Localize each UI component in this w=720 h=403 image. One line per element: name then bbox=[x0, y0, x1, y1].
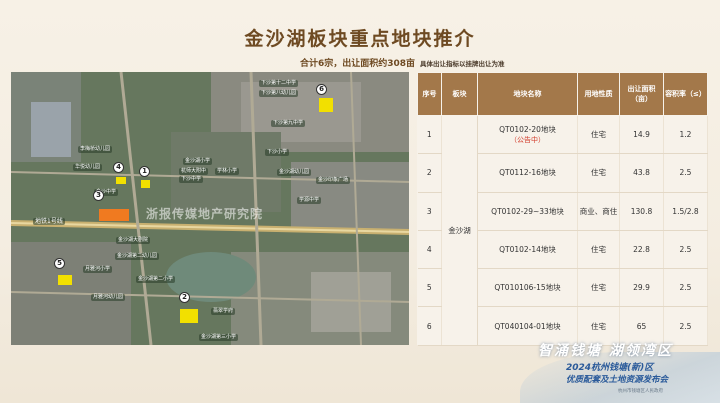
cell-no: 3 bbox=[417, 192, 442, 231]
cell-no: 5 bbox=[417, 268, 442, 308]
cell-use: 住宅 bbox=[577, 115, 620, 155]
label-feicui: 翡翠学府 bbox=[211, 308, 236, 315]
label-primary-3: 金沙湖第三小学 bbox=[199, 334, 239, 341]
label-school-12: 下沙第十二中学 bbox=[259, 80, 299, 87]
cell-far: 1.5/2.8 bbox=[663, 192, 708, 231]
label-theatre: 金沙湖大剧院 bbox=[116, 237, 151, 244]
label-yueyahe-primary: 月雅河小学 bbox=[83, 266, 113, 273]
cell-area: 14.9 bbox=[619, 115, 664, 155]
label-limeiqiao-kinder: 李梅桥幼儿园 bbox=[78, 146, 113, 153]
cell-name: QT0112-16地块 bbox=[477, 153, 578, 193]
header-no: 序号 bbox=[417, 72, 442, 116]
parcel-4 bbox=[116, 177, 126, 184]
parcel-3 bbox=[99, 209, 129, 221]
label-jinshahu-kinder: 金沙湖幼儿园 bbox=[277, 169, 312, 176]
cell-area: 29.9 bbox=[619, 268, 664, 308]
label-hangshida-high: 杭师大附中 bbox=[179, 168, 209, 175]
parcel-marker-3[interactable]: 3 bbox=[93, 190, 104, 201]
parcel-marker-5[interactable]: 5 bbox=[54, 258, 65, 269]
cell-no: 1 bbox=[417, 115, 442, 155]
map-watermark: 浙报传媒地产研究院 bbox=[146, 207, 264, 221]
cell-name: QT010106-15地块 bbox=[477, 268, 578, 308]
label-jinsha-plaza: 金沙印象广场 bbox=[316, 177, 351, 184]
header-name: 地块名称 bbox=[477, 72, 578, 116]
aerial-map[interactable]: 下沙第十二中学 下沙第八幼儿园 下沙第九中学 下沙中学 下沙小学 李梅桥幼儿园 … bbox=[11, 72, 409, 345]
summary-text: 合计6宗，出让面积约308亩 bbox=[300, 59, 416, 69]
conference-line1: 2024杭州钱塘(新)区 bbox=[566, 363, 654, 373]
label-jinshahu-primary: 金沙湖小学 bbox=[183, 158, 213, 165]
parcel-5 bbox=[58, 275, 72, 285]
label-xiasha-middle: 下沙中学 bbox=[179, 176, 204, 183]
cell-area: 22.8 bbox=[619, 230, 664, 270]
parcel-marker-4[interactable]: 4 bbox=[113, 162, 124, 173]
parcel-table: 序号 板块 地块名称 用地性质 出让面积（亩） 容积率（≤） 1 金沙湖 QT0… bbox=[417, 72, 708, 346]
label-school-9: 下沙第九中学 bbox=[271, 120, 306, 127]
conference-line2: 优质配套及土地资源发布会 bbox=[566, 375, 669, 385]
slogan: 智涌钱塘 湖领湾区 bbox=[538, 343, 673, 359]
cell-no: 4 bbox=[417, 230, 442, 270]
label-yueyahe-kinder: 月雅河幼儿园 bbox=[91, 294, 126, 301]
header-far: 容积率（≤） bbox=[663, 72, 708, 116]
note-text: 具体出让指标以挂牌出让为准 bbox=[420, 60, 505, 68]
label-xuelin-primary: 学林小学 bbox=[215, 168, 240, 175]
cell-name: QT0102-29~33地块 bbox=[477, 192, 578, 231]
cell-area: 130.8 bbox=[619, 192, 664, 231]
cell-far: 2.5 bbox=[663, 268, 708, 308]
page-title: 金沙湖板块重点地块推介 bbox=[244, 28, 476, 50]
cell-use: 住宅 bbox=[577, 230, 620, 270]
label-kinder-8: 下沙第八幼儿园 bbox=[259, 90, 299, 97]
header-block: 板块 bbox=[441, 72, 478, 116]
cell-no: 2 bbox=[417, 153, 442, 193]
header-area: 出让面积（亩） bbox=[619, 72, 664, 116]
cell-use: 住宅 bbox=[577, 268, 620, 308]
label-kinder-2: 金沙湖第二幼儿园 bbox=[115, 253, 160, 260]
cell-far: 2.5 bbox=[663, 230, 708, 270]
table-header-row: 序号 板块 地块名称 用地性质 出让面积（亩） 容积率（≤） bbox=[417, 72, 708, 116]
label-metro-1: 地铁1号线 bbox=[33, 218, 65, 225]
issuer-text: 杭州市钱塘区人民政府 bbox=[618, 389, 663, 394]
label-huayue-kinder: 华悦幼儿园 bbox=[73, 164, 103, 171]
cell-no: 6 bbox=[417, 306, 442, 346]
cell-use: 住宅 bbox=[577, 153, 620, 193]
label-primary-2: 金沙湖第二小学 bbox=[136, 276, 176, 283]
table-row: 1 金沙湖 QT0102-20地块 （公告中） 住宅 14.9 1.2 bbox=[417, 115, 708, 346]
parcel-marker-6[interactable]: 6 bbox=[316, 84, 327, 95]
cell-name: QT0102-20地块 （公告中） bbox=[477, 115, 578, 155]
cell-far: 1.2 bbox=[663, 115, 708, 155]
cell-area: 43.8 bbox=[619, 153, 664, 193]
parcel-marker-2[interactable]: 2 bbox=[179, 292, 190, 303]
parcel-2 bbox=[180, 309, 198, 323]
status-badge: （公告中） bbox=[510, 136, 545, 145]
parcel-6 bbox=[319, 98, 333, 112]
parcel-name: QT0102-20地块 bbox=[499, 125, 556, 135]
conference-title: 2024杭州钱塘(新)区 优质配套及土地资源发布会 bbox=[566, 360, 668, 385]
cell-block: 金沙湖 bbox=[441, 115, 478, 346]
cell-use: 商业、商住 bbox=[577, 192, 620, 231]
label-xueyuan-middle: 学源中学 bbox=[297, 197, 322, 204]
parcel-1 bbox=[141, 180, 150, 188]
cell-far: 2.5 bbox=[663, 153, 708, 193]
parcel-table-container: 序号 板块 地块名称 用地性质 出让面积（亩） 容积率（≤） 1 金沙湖 QT0… bbox=[417, 72, 708, 346]
parcel-marker-1[interactable]: 1 bbox=[139, 166, 150, 177]
header-use: 用地性质 bbox=[577, 72, 620, 116]
label-xiasha-primary: 下沙小学 bbox=[265, 149, 290, 156]
cell-name: QT0102-14地块 bbox=[477, 230, 578, 270]
